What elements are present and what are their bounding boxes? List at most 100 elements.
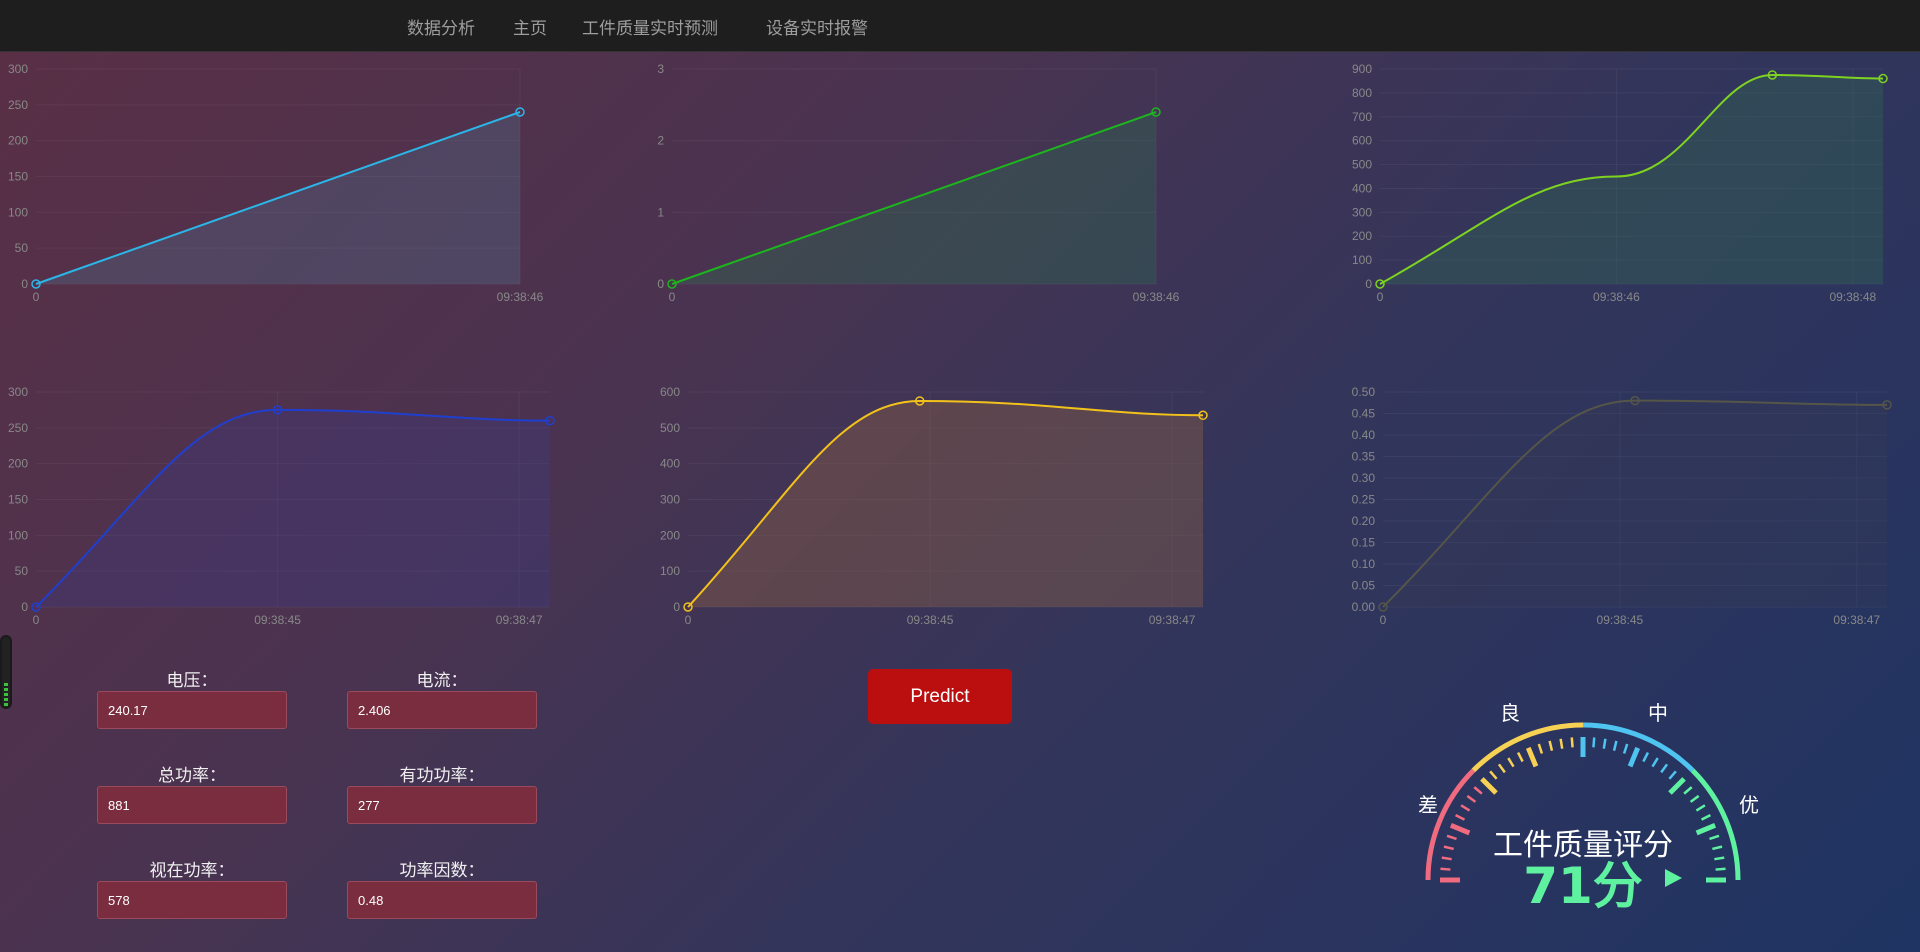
gauge-tick: [1460, 804, 1471, 812]
x-tick-label: 09:38:45: [1597, 613, 1644, 627]
total-power-field[interactable]: 881: [97, 786, 287, 824]
chart-svg: 0 50 100 150 200 250 300 0 09:38:45 09:38:47: [8, 385, 555, 627]
nav-quality-prediction[interactable]: 工件质量实时预测: [582, 14, 718, 39]
gauge-tick: [1537, 743, 1544, 754]
y-tick-label: 0: [1365, 277, 1372, 291]
y-tick-label: 400: [1352, 181, 1372, 195]
y-tick-label: 300: [1352, 205, 1372, 219]
chart-svg: 0 1 2 3 0 09:38:46: [657, 62, 1179, 304]
gauge-tick: [1709, 834, 1720, 841]
y-tick-label: 150: [8, 170, 28, 184]
gauge-tick: [1715, 867, 1726, 871]
y-tick-label: 0: [21, 600, 28, 614]
series-area: [1380, 74, 1883, 284]
active-power-field[interactable]: 277: [347, 786, 537, 824]
y-tick-label: 500: [1352, 158, 1372, 172]
series-area: [1383, 400, 1887, 607]
apparent-power-field[interactable]: 578: [97, 881, 287, 919]
voltage-field[interactable]: 240.17: [97, 691, 287, 729]
voltage-chart: 0 50 100 150 200 250 300 0 09:38:46: [0, 62, 560, 316]
total-power-chart: 0 100 200 300 400 500 600 700 800 900 0 09:38:46 09:…: [1330, 62, 1890, 316]
power-factor-field[interactable]: 0.48: [347, 881, 537, 919]
gauge-tick: [1602, 738, 1607, 749]
current-label: 电流：: [416, 671, 468, 691]
apparent-power-label: 视在功率：: [149, 861, 235, 881]
predict-button[interactable]: Predict: [868, 669, 1012, 724]
y-tick-label: 300: [8, 385, 28, 399]
x-tick-label: 0: [33, 290, 40, 304]
total-power-label: 总功率：: [158, 766, 226, 786]
y-tick-label: 0.05: [1352, 579, 1376, 593]
gauge-tick: [1440, 867, 1451, 871]
quality-score-gauge: 差 良 中 优 工件质量评分 71分: [1418, 701, 1759, 915]
chart-svg: 0.00 0.05 0.10 0.15 0.20 0.25 0.30 0.35 0.40 0.45…: [1352, 385, 1892, 627]
gauge-tick: [1466, 794, 1477, 803]
y-tick-label: 600: [660, 385, 680, 399]
gauge-tick: [1559, 738, 1564, 749]
y-tick-label: 0.40: [1352, 428, 1376, 442]
gauge-tick: [1668, 777, 1686, 795]
y-tick-label: 250: [8, 421, 28, 435]
y-tick-label: 50: [15, 564, 29, 578]
y-tick-label: 0.10: [1352, 557, 1376, 571]
gauge-tick: [1689, 794, 1700, 803]
handle-bar: [4, 693, 8, 696]
y-tick-label: 0.45: [1352, 407, 1376, 421]
y-tick-label: 200: [1352, 229, 1372, 243]
y-tick-label: 200: [8, 134, 28, 148]
handle-bar: [4, 688, 8, 691]
gauge-tick: [1497, 763, 1506, 774]
gauge-tick: [1700, 813, 1711, 821]
active-power-label: 有功功率：: [399, 766, 485, 786]
y-tick-label: 500: [660, 421, 680, 435]
current-field[interactable]: 2.406: [347, 691, 537, 729]
gauge-tick: [1622, 743, 1629, 754]
nav-data-analysis[interactable]: 数据分析: [407, 14, 475, 39]
gauge-tick: [1473, 786, 1483, 795]
gauge-tick: [1627, 746, 1641, 768]
gauge-tick: [1683, 786, 1693, 795]
gauge-tick: [1446, 834, 1457, 841]
y-tick-label: 0: [21, 277, 28, 291]
x-tick-label: 09:38:47: [1149, 613, 1196, 627]
y-tick-label: 3: [657, 62, 664, 76]
nav-home[interactable]: 主页: [513, 14, 547, 39]
gauge-arc-segment: [1690, 768, 1741, 881]
handle-bar: [4, 683, 8, 686]
x-tick-label: 09:38:48: [1829, 290, 1876, 304]
gauge-tick: [1714, 856, 1725, 861]
y-tick-label: 2: [657, 134, 664, 148]
y-tick-label: 0.00: [1352, 600, 1376, 614]
y-tick-label: 0.30: [1352, 471, 1376, 485]
scroll-handle[interactable]: [0, 635, 12, 709]
y-tick-label: 50: [15, 241, 29, 255]
gauge-arc-segment: [1582, 722, 1695, 773]
nav-device-alarm[interactable]: 设备实时报警: [766, 14, 868, 39]
x-tick-label: 09:38:47: [496, 613, 543, 627]
power-factor-chart: 0.00 0.05 0.10 0.15 0.20 0.25 0.30 0.35 0.40 0.45…: [1330, 385, 1892, 639]
gauge-tick: [1525, 746, 1539, 768]
gauge-tick: [1695, 804, 1706, 812]
gauge-tick: [1441, 856, 1452, 861]
y-tick-label: 0: [657, 277, 664, 291]
y-tick-label: 0.15: [1352, 536, 1376, 550]
gauge-tick: [1570, 737, 1574, 748]
x-tick-label: 0: [685, 613, 692, 627]
gauge-pointer-icon: [1665, 869, 1682, 887]
power-factor-label: 功率因数：: [399, 861, 485, 881]
gauge-label-good: 良: [1500, 701, 1520, 725]
x-tick-label: 09:38:46: [497, 290, 544, 304]
apparent-power-chart: 0 100 200 300 400 500 600 0 09:38:45 09:38:47: [652, 385, 1212, 639]
gauge-tick: [1516, 752, 1524, 763]
y-tick-label: 250: [8, 98, 28, 112]
gauge-tick: [1592, 737, 1596, 748]
gauge-tick: [1548, 740, 1554, 751]
y-tick-label: 0.25: [1352, 493, 1376, 507]
x-tick-label: 0: [1377, 290, 1384, 304]
y-tick-label: 100: [660, 564, 680, 578]
y-tick-label: 100: [1352, 253, 1372, 267]
y-tick-label: 0: [673, 600, 680, 614]
voltage-label: 电压：: [166, 671, 218, 691]
y-tick-label: 900: [1352, 62, 1372, 76]
y-tick-label: 700: [1352, 110, 1372, 124]
